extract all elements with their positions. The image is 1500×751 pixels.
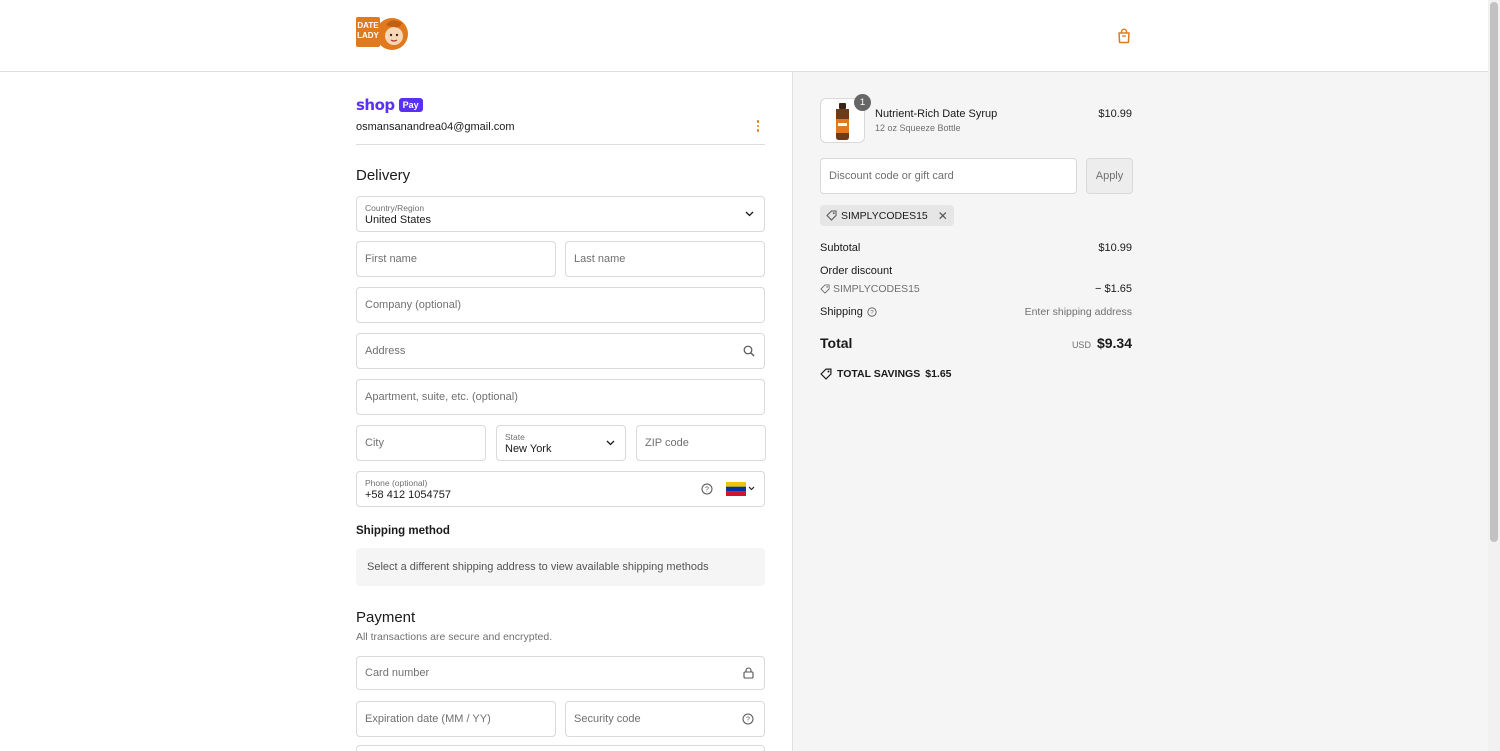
applied-discount-code: SIMPLYCODES15 [841,209,928,222]
phone-field[interactable]: Phone (optional) +58 412 1054757 ? [356,471,765,507]
shop-pay-pill: Pay [398,98,423,112]
discount-code-field[interactable]: Discount code or gift card [820,158,1077,194]
quantity-badge: 1 [854,94,871,111]
country-label: Country/Region [365,203,425,213]
state-select[interactable]: State New York [496,425,626,461]
city-field[interactable]: City [356,425,486,461]
header: DATE LADY [0,0,1488,72]
product-price: $10.99 [1098,108,1132,120]
svg-text:?: ? [705,487,709,494]
expiration-field[interactable]: Expiration date (MM / YY) [356,701,556,737]
tag-icon [820,284,830,294]
shipping-value: Enter shipping address [1024,306,1132,318]
total-savings-value: $1.65 [925,368,952,380]
country-code-selector[interactable] [726,482,756,496]
divider [356,144,765,145]
first-name-field[interactable]: First name [356,241,556,277]
security-code-placeholder: Security code [574,713,641,725]
chevron-down-icon [606,440,615,446]
company-field[interactable]: Company (optional) [356,287,765,323]
shop-pay-word: shop [356,96,395,114]
phone-value: +58 412 1054757 [365,489,451,501]
logo-text-lady: LADY [357,31,379,40]
last-name-placeholder: Last name [574,253,626,265]
lock-icon [743,667,754,679]
tag-icon [820,368,832,380]
discount-placeholder: Discount code or gift card [829,170,954,182]
total-label: Total [820,335,853,351]
scrollbar-thumb[interactable] [1490,2,1498,542]
svg-text:?: ? [870,310,874,316]
help-circle-icon[interactable]: ? [701,483,713,495]
svg-text:?: ? [746,717,750,724]
date-lady-logo[interactable]: DATE LADY [356,15,410,53]
chevron-down-icon [745,211,754,217]
venezuela-flag-icon [726,482,755,496]
kebab-dot-icon [756,129,760,132]
payment-subtitle: All transactions are secure and encrypte… [356,631,553,643]
shopping-bag-icon [1118,28,1130,44]
address-field[interactable]: Address [356,333,765,369]
applied-discount-tag: SIMPLYCODES15 ✕ [820,205,954,226]
card-number-placeholder: Card number [365,667,430,679]
state-label: State [505,432,525,442]
expiration-placeholder: Expiration date (MM / YY) [365,713,491,725]
address-placeholder: Address [365,345,406,357]
card-number-field[interactable]: Card number [356,656,765,690]
product-name: Nutrient-Rich Date Syrup [875,108,998,120]
cart-button[interactable] [1114,26,1134,46]
kebab-dot-icon [756,124,760,128]
order-discount-code-row: SIMPLYCODES15 [820,283,920,295]
total-value: $9.34 [1096,335,1132,351]
subtotal-label: Subtotal [820,242,861,254]
account-email: osmansanandrea04@gmail.com [356,121,515,133]
logo-text-date: DATE [357,21,379,30]
order-discount-code: SIMPLYCODES15 [833,283,920,295]
company-placeholder: Company (optional) [365,299,461,311]
page-scrollbar[interactable] [1488,0,1500,751]
name-on-card-field[interactable] [356,745,765,751]
help-circle-icon[interactable]: ? [742,713,754,725]
shipping-method-title: Shipping method [356,525,450,537]
remove-discount-icon[interactable]: ✕ [938,210,948,222]
help-circle-icon[interactable]: ? [867,307,877,317]
subtotal-value: $10.99 [1098,242,1132,254]
total-savings-label: TOTAL SAVINGS [837,368,921,380]
last-name-field[interactable]: Last name [565,241,765,277]
apartment-placeholder: Apartment, suite, etc. (optional) [365,391,518,403]
tag-icon [826,210,837,221]
zip-placeholder: ZIP code [645,437,689,449]
payment-title: Payment [356,609,416,626]
apply-button[interactable]: Apply [1086,158,1133,194]
account-menu-button[interactable] [752,118,764,134]
total-savings: TOTAL SAVINGS $1.65 [820,368,952,380]
shipping-notice-text: Select a different shipping address to v… [367,561,709,573]
zip-field[interactable]: ZIP code [636,425,766,461]
city-placeholder: City [365,437,384,449]
shipping-row: Shipping ? [820,306,877,318]
phone-label: Phone (optional) [365,478,428,488]
order-discount-label: Order discount [820,265,893,277]
state-value: New York [505,443,552,455]
country-select[interactable]: Country/Region United States [356,196,765,232]
shipping-method-notice: Select a different shipping address to v… [356,548,765,586]
country-value: United States [365,214,432,226]
total-amount: USD $9.34 [1072,335,1132,351]
shop-pay-logo: shop Pay [356,96,423,114]
search-icon [743,345,755,357]
product-variant: 12 oz Squeeze Bottle [875,123,961,133]
apartment-field[interactable]: Apartment, suite, etc. (optional) [356,379,765,415]
kebab-dot-icon [756,120,760,123]
delivery-title: Delivery [356,167,411,184]
order-discount-value: − $1.65 [1094,283,1132,295]
first-name-placeholder: First name [365,253,417,265]
total-currency: USD [1071,340,1091,350]
shipping-label: Shipping [820,306,863,318]
security-code-field[interactable]: Security code ? [565,701,765,737]
